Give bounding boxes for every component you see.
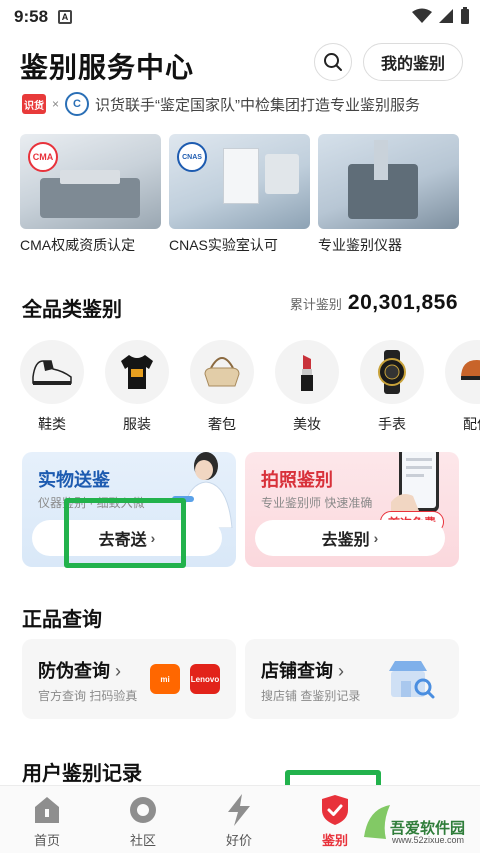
cert-caption: 专业鉴别仪器 [318, 237, 402, 253]
times-sign: × [52, 97, 60, 111]
anti-fake-title: 防伪查询 › [38, 657, 121, 683]
lightning-icon [209, 794, 269, 826]
shield-check-icon [305, 794, 365, 826]
category-label: 美妆 [293, 416, 321, 432]
store-title-text: 店铺查询 [261, 661, 333, 681]
tab-deals[interactable]: 好价 [209, 794, 269, 849]
cap-icon [445, 340, 480, 404]
tab-label: 社区 [129, 833, 156, 848]
home-icon [17, 794, 77, 826]
category-shoes[interactable]: 鞋类 [20, 340, 84, 432]
category-accessories[interactable]: 配件 [445, 340, 480, 432]
category-label: 鞋类 [38, 416, 66, 432]
instrument-image [318, 134, 459, 229]
tab-home[interactable]: 首页 [17, 794, 77, 849]
handbag-icon [190, 340, 254, 404]
tab-community[interactable]: 社区 [113, 794, 173, 849]
status-bar: 9:58 A [0, 0, 480, 34]
tab-appraisal[interactable]: 鉴别 [305, 794, 365, 849]
photo-card-subtitle: 专业鉴别师 快速准确 [261, 496, 373, 510]
notification-a-icon: A [58, 10, 73, 24]
watermark-logo-icon [364, 805, 390, 839]
tab-label: 鉴别 [321, 833, 348, 848]
tab-label: 好价 [225, 833, 252, 848]
category-watch[interactable]: 手表 [360, 340, 424, 432]
all-category-title: 全品类鉴别 [22, 299, 122, 321]
user-records-title: 用户鉴别记录 [22, 763, 142, 785]
category-beauty[interactable]: 美妆 [275, 340, 339, 432]
store-subtitle: 搜店铺 查鉴别记录 [261, 689, 361, 703]
xiaomi-logo: mi [150, 664, 180, 694]
cert-card-cnas[interactable]: CNAS CNAS实验室认可 [169, 134, 310, 254]
lenovo-logo: Lenovo [190, 664, 220, 694]
store-query-card[interactable]: 店铺查询 › 搜店铺 查鉴别记录 [245, 639, 459, 719]
page-header: 鉴别服务中心 我的鉴别 [0, 40, 480, 86]
page-title-text: 鉴别服务中心 [20, 51, 195, 84]
my-appraisal-button[interactable]: 我的鉴别 [363, 43, 463, 81]
cnas-badge: CNAS [177, 142, 207, 172]
photo-card-title: 拍照鉴别 [261, 470, 333, 490]
appraise-button[interactable]: 去鉴别 › [255, 520, 445, 556]
total-value: 20,301,856 [347, 291, 458, 314]
site-watermark: 吾爱软件园 www.52zixue.com [360, 795, 478, 851]
partner-text: 识货联手“鉴定国家队”中检集团打造专业鉴别服务 [95, 96, 421, 114]
physical-card-title: 实物送鉴 [38, 470, 110, 490]
cert-caption: CMA权威资质认定 [20, 237, 136, 253]
anti-fake-title-text: 防伪查询 [38, 661, 110, 681]
battery-icon [461, 7, 469, 24]
certification-row: CMA CMA权威资质认定 CNAS CNAS实验室认可 专业鉴别仪器 [20, 134, 480, 254]
watch-icon [360, 340, 424, 404]
search-icon [324, 53, 342, 71]
cert-card-cma[interactable]: CMA CMA权威资质认定 [20, 134, 161, 254]
lipstick-icon [275, 340, 339, 404]
category-label: 奢包 [208, 416, 236, 432]
genuine-query-title: 正品查询 [22, 609, 102, 631]
status-icons [412, 7, 470, 25]
category-bags[interactable]: 奢包 [190, 340, 254, 432]
partner-banner: 识货 × C 识货联手“鉴定国家队”中检集团打造专业鉴别服务 [22, 91, 420, 117]
category-label: 服装 [123, 416, 151, 432]
anti-fake-subtitle: 官方查询 扫码验真 [38, 689, 138, 703]
chevron-right-icon: › [115, 661, 122, 681]
category-list: 鞋类 服装 奢包 美妆 手表 配件 [20, 340, 480, 432]
cma-badge: CMA [28, 142, 58, 172]
anti-fake-query-card[interactable]: 防伪查询 › 官方查询 扫码验真 mi Lenovo [22, 639, 236, 719]
total-appraisals: 累计鉴别 20,301,856 [290, 291, 458, 315]
category-label: 配件 [463, 416, 480, 432]
page-title: 鉴别服务中心 [20, 46, 194, 86]
cnas-lab-image: CNAS [169, 134, 310, 229]
cert-card-instrument[interactable]: 专业鉴别仪器 [318, 134, 459, 254]
tshirt-icon [105, 340, 169, 404]
sneaker-icon [20, 340, 84, 404]
cma-lab-image: CMA [20, 134, 161, 229]
community-icon [113, 794, 173, 826]
signal-icon [439, 9, 453, 23]
category-label: 手表 [378, 416, 406, 432]
chevron-right-icon: › [373, 530, 379, 546]
highlight-ship-button [64, 498, 186, 568]
search-button[interactable] [314, 43, 352, 81]
store-icon [389, 661, 435, 699]
store-title: 店铺查询 › [261, 657, 344, 683]
photo-appraisal-card[interactable]: 拍照鉴别 专业鉴别师 快速准确 首次免费 去鉴别 › [245, 452, 459, 567]
shihuo-logo: 识货 [22, 94, 46, 114]
chevron-right-icon: › [338, 661, 345, 681]
appraise-button-label: 去鉴别 [321, 532, 370, 549]
status-time: 9:58 [14, 7, 49, 26]
total-label: 累计鉴别 [289, 297, 342, 312]
tab-label: 首页 [33, 833, 60, 848]
phone-illustration [391, 452, 439, 516]
cert-caption: CNAS实验室认可 [169, 237, 278, 253]
ccic-logo-icon: C [65, 92, 90, 116]
wifi-icon [412, 8, 432, 23]
category-clothing[interactable]: 服装 [105, 340, 169, 432]
watermark-line2: www.52zixue.com [392, 835, 465, 845]
